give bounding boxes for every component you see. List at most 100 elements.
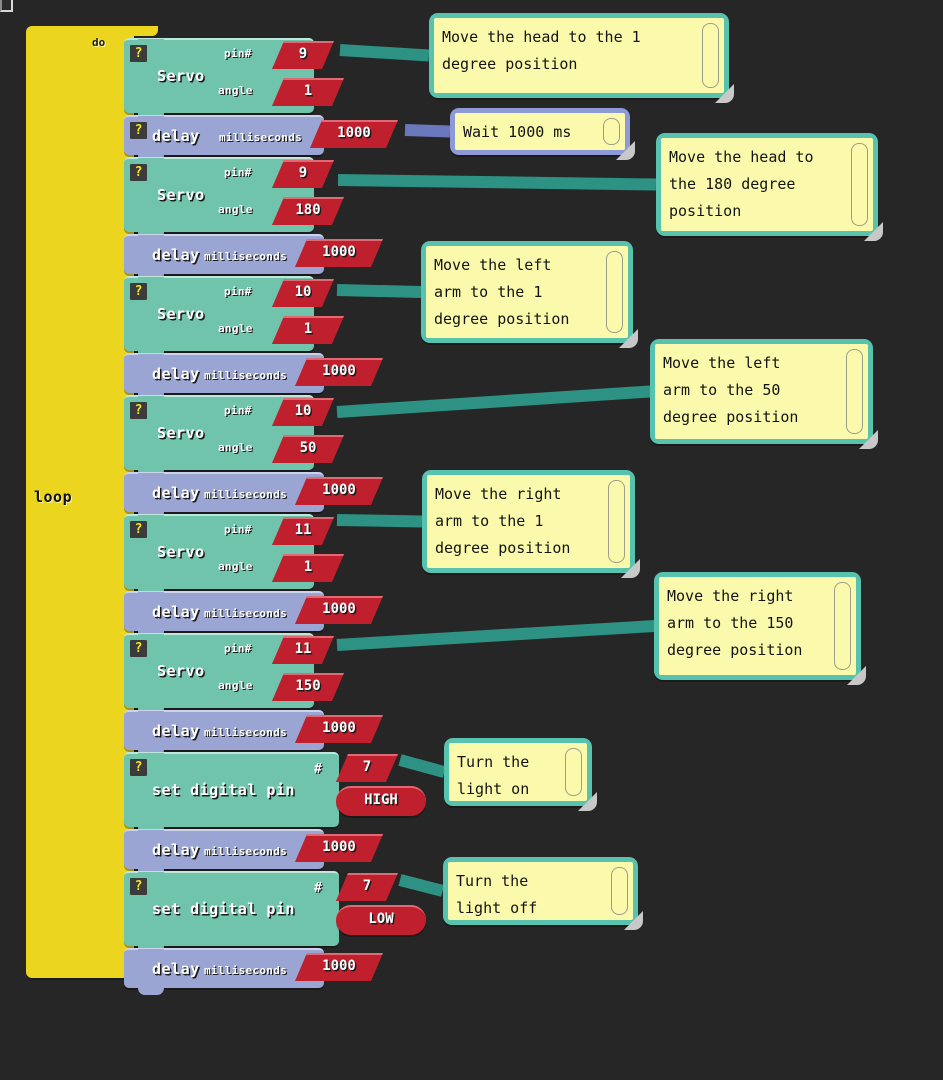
comment-scrollbar[interactable] (834, 582, 851, 670)
block-delay[interactable]: delay milliseconds (124, 472, 324, 519)
field-label-milliseconds: milliseconds (204, 250, 288, 263)
value-field-milliseconds[interactable]: 1000 (295, 239, 383, 267)
value-field-angle[interactable]: 1 (272, 316, 344, 344)
comment-paper: Turn the light on (449, 743, 587, 801)
comment-scrollbar[interactable] (846, 349, 863, 434)
comment-paper: Move the right arm to the 150 degree pos… (659, 577, 856, 675)
comment-text: Move the left arm to the 50 degree posit… (663, 354, 799, 426)
value-field-angle[interactable]: 1 (272, 78, 344, 106)
block-title: delay (152, 246, 200, 264)
comment-paper: Move the head to the 180 degree position (661, 138, 873, 231)
field-label-angle: angle (218, 441, 253, 454)
blockly-workspace[interactable]: loop do ? Servo pin# angle 9 1? delay milliseco… (0, 0, 943, 1080)
comment-left-arm-1[interactable]: Move the left arm to the 1 degree positi… (421, 241, 638, 348)
comment-text: Move the right arm to the 150 degree pos… (667, 587, 803, 659)
help-icon[interactable]: ? (130, 45, 147, 62)
block-delay[interactable]: delay milliseconds (124, 234, 324, 281)
help-icon[interactable]: ? (130, 283, 147, 300)
comment-scrollbar[interactable] (702, 23, 719, 88)
field-label-pin: pin# (224, 166, 252, 179)
value-field-milliseconds[interactable]: 1000 (295, 953, 383, 981)
comment-connector (337, 174, 657, 191)
block-digital-write[interactable]: ? set digital pin # (124, 871, 339, 953)
help-icon[interactable]: ? (130, 878, 147, 895)
comment-connector (398, 754, 446, 778)
help-icon[interactable]: ? (130, 164, 147, 181)
help-icon[interactable]: ? (130, 521, 147, 538)
value-field-pin[interactable]: 7 (336, 754, 398, 782)
value-field-angle[interactable]: 1 (272, 554, 344, 582)
value-field-milliseconds[interactable]: 1000 (310, 120, 398, 148)
help-icon[interactable]: ? (130, 402, 147, 419)
field-label-angle: angle (218, 203, 253, 216)
comment-scrollbar[interactable] (611, 867, 628, 915)
comment-scrollbar[interactable] (851, 143, 868, 226)
block-title: Servo (157, 186, 205, 204)
field-label-pin: # (314, 762, 323, 777)
comment-paper: Move the left arm to the 1 degree positi… (426, 246, 628, 338)
block-delay[interactable]: delay milliseconds (124, 829, 324, 876)
comment-paper: Move the right arm to the 1 degree posit… (427, 475, 630, 568)
block-digital-write[interactable]: ? set digital pin # (124, 752, 339, 834)
value-field-milliseconds[interactable]: 1000 (295, 715, 383, 743)
comment-connector (398, 874, 445, 897)
comment-text: Wait 1000 ms (463, 123, 572, 141)
comment-right-arm-1[interactable]: Move the right arm to the 1 degree posit… (422, 470, 640, 578)
value-field-angle[interactable]: 150 (272, 673, 344, 701)
comment-text: Turn the light off (456, 872, 538, 917)
comment-light-off[interactable]: Turn the light off (443, 857, 643, 930)
value-field-state[interactable]: LOW (336, 905, 426, 935)
block-delay[interactable]: delay milliseconds (124, 710, 324, 757)
block-notch-top (138, 592, 164, 599)
block-title: Servo (157, 305, 205, 323)
comment-text: Move the left arm to the 1 degree positi… (434, 256, 570, 328)
comment-scrollbar[interactable] (565, 748, 582, 796)
comment-head-1[interactable]: Move the head to the 1 degree position (429, 13, 734, 103)
field-label-pin: pin# (224, 404, 252, 417)
help-icon[interactable]: ? (130, 122, 147, 139)
block-title: delay (152, 127, 200, 145)
field-label-pin: pin# (224, 642, 252, 655)
block-title: delay (152, 960, 200, 978)
comment-wait-1000[interactable]: Wait 1000 ms (450, 108, 635, 160)
comment-connector (339, 44, 430, 62)
comment-left-arm-50[interactable]: Move the left arm to the 50 degree posit… (650, 339, 878, 449)
comment-connector (336, 620, 655, 651)
help-icon[interactable]: ? (130, 759, 147, 776)
comment-head-180[interactable]: Move the head to the 180 degree position (656, 133, 883, 241)
comment-scrollbar[interactable] (606, 251, 623, 333)
field-label-milliseconds: milliseconds (204, 726, 288, 739)
block-title: delay (152, 722, 200, 740)
block-title: delay (152, 484, 200, 502)
comment-paper: Move the left arm to the 50 degree posit… (655, 344, 868, 439)
comment-light-on[interactable]: Turn the light on (444, 738, 597, 811)
block-title: set digital pin (152, 781, 295, 799)
window-corner-fragment (0, 0, 13, 12)
block-delay[interactable]: ? delay milliseconds (124, 115, 324, 162)
value-field-milliseconds[interactable]: 1000 (295, 358, 383, 386)
value-field-angle[interactable]: 50 (272, 435, 344, 463)
field-label-milliseconds: milliseconds (204, 964, 288, 977)
block-delay[interactable]: delay milliseconds (124, 353, 324, 400)
value-field-pin[interactable]: 7 (336, 873, 398, 901)
block-notch-top (138, 473, 164, 480)
field-label-pin: pin# (224, 523, 252, 536)
block-title: set digital pin (152, 900, 295, 918)
field-label-angle: angle (218, 84, 253, 97)
block-delay[interactable]: delay milliseconds (124, 591, 324, 638)
field-label-milliseconds: milliseconds (219, 131, 303, 144)
comment-scrollbar[interactable] (608, 480, 625, 563)
value-field-state[interactable]: HIGH (336, 786, 426, 816)
field-label-milliseconds: milliseconds (204, 607, 288, 620)
comment-paper: Move the head to the 1 degree position (434, 18, 724, 93)
comment-scrollbar[interactable] (603, 118, 620, 145)
value-field-angle[interactable]: 180 (272, 197, 344, 225)
value-field-milliseconds[interactable]: 1000 (295, 834, 383, 862)
value-field-milliseconds[interactable]: 1000 (295, 477, 383, 505)
comment-right-arm-150[interactable]: Move the right arm to the 150 degree pos… (654, 572, 866, 685)
help-icon[interactable]: ? (130, 640, 147, 657)
block-delay[interactable]: delay milliseconds (124, 948, 324, 995)
block-title: Servo (157, 662, 205, 680)
value-field-milliseconds[interactable]: 1000 (295, 596, 383, 624)
comment-connector (404, 124, 451, 138)
